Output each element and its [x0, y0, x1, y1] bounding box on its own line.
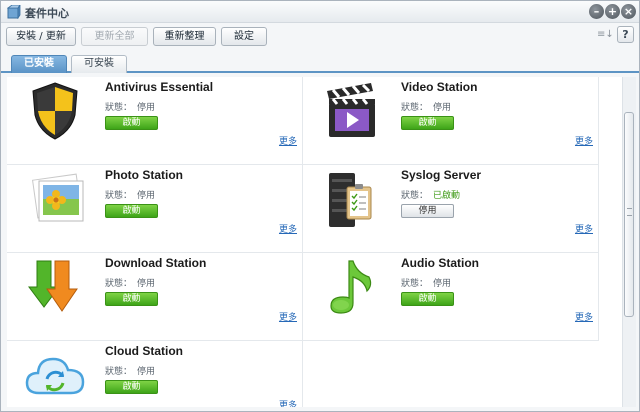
status-label: 狀態：	[401, 191, 429, 201]
status-value: 已啟動	[433, 191, 461, 201]
package-name: Cloud Station	[105, 344, 183, 358]
clapperboard-icon	[327, 83, 375, 137]
package-tile-photo-station: Photo Station 狀態： 停用 啟動 更多	[7, 165, 303, 253]
package-center-icon	[7, 5, 21, 19]
run-button[interactable]: 啟動	[401, 116, 454, 130]
more-link[interactable]: 更多	[279, 134, 297, 147]
status-label: 狀態：	[401, 279, 429, 289]
status-value: 停用	[137, 191, 156, 201]
music-note-icon	[330, 260, 372, 314]
run-button[interactable]: 啟動	[105, 116, 158, 130]
status-value: 停用	[137, 279, 156, 289]
toolbar: 安裝 / 更新 更新全部 重新整理 設定	[1, 23, 639, 49]
package-tile-antivirus: Antivirus Essential 狀態： 停用 啟動 更多	[7, 77, 303, 165]
tab-installed[interactable]: 已安裝	[11, 55, 67, 73]
settings-button[interactable]: 設定	[221, 27, 267, 46]
more-link[interactable]: 更多	[575, 310, 593, 323]
tab-available[interactable]: 可安裝	[71, 55, 127, 73]
status-label: 狀態：	[105, 191, 133, 201]
more-link[interactable]: 更多	[279, 310, 297, 323]
minimize-icon[interactable]: –	[589, 4, 604, 19]
status-value: 停用	[137, 103, 156, 113]
run-button[interactable]: 啟動	[105, 204, 158, 218]
package-tile-video-station: Video Station 狀態： 停用 啟動 更多	[303, 77, 599, 165]
run-button[interactable]: 啟動	[401, 292, 454, 306]
more-link[interactable]: 更多	[279, 398, 297, 407]
title-bar[interactable]: 套件中心 – + ×	[1, 1, 639, 23]
status-value: 停用	[433, 279, 452, 289]
update-all-button[interactable]: 更新全部	[81, 27, 148, 46]
status-value: 停用	[433, 103, 452, 113]
server-clipboard-icon	[329, 173, 372, 227]
cloud-sync-icon	[25, 357, 85, 395]
help-icon[interactable]: ?	[617, 26, 634, 43]
package-name: Video Station	[401, 80, 478, 94]
package-name: Photo Station	[105, 168, 183, 182]
reorganize-button[interactable]: 重新整理	[153, 27, 216, 46]
run-button[interactable]: 啟動	[105, 292, 158, 306]
package-name: Antivirus Essential	[105, 80, 214, 94]
package-name: Download Station	[105, 256, 207, 270]
download-arrows-icon	[28, 260, 78, 312]
photo-icon	[32, 173, 84, 222]
package-center-window: 套件中心 – + × 安裝 / 更新 更新全部 重新整理 設定 ≡↓ ? 已安裝…	[0, 0, 640, 412]
package-tile-cloud-station: Cloud Station 狀態： 停用 啟動 更多	[7, 341, 303, 407]
status-label: 狀態：	[105, 367, 133, 377]
window-title: 套件中心	[25, 7, 69, 20]
scrollbar-thumb[interactable]	[624, 112, 634, 317]
more-link[interactable]: 更多	[575, 134, 593, 147]
sort-icon[interactable]: ≡↓	[597, 28, 614, 42]
status-label: 狀態：	[401, 103, 429, 113]
status-label: 狀態：	[105, 103, 133, 113]
stop-button[interactable]: 停用	[401, 204, 454, 218]
scrollbar-grip-icon	[627, 208, 632, 216]
package-list: Antivirus Essential 狀態： 停用 啟動 更多 Video S…	[7, 77, 622, 407]
status-value: 停用	[137, 367, 156, 377]
shield-icon	[32, 82, 78, 140]
more-link[interactable]: 更多	[279, 222, 297, 235]
more-link[interactable]: 更多	[575, 222, 593, 235]
maximize-icon[interactable]: +	[605, 4, 620, 19]
package-name: Audio Station	[401, 256, 479, 270]
status-label: 狀態：	[105, 279, 133, 289]
package-tile-audio-station: Audio Station 狀態： 停用 啟動 更多	[303, 253, 599, 341]
package-name: Syslog Server	[401, 168, 482, 182]
run-button[interactable]: 啟動	[105, 380, 158, 394]
tab-bar: 已安裝 可安裝	[1, 53, 639, 73]
package-tile-download-station: Download Station 狀態： 停用 啟動 更多	[7, 253, 303, 341]
install-update-button[interactable]: 安裝 / 更新	[6, 27, 76, 46]
package-tile-syslog-server: Syslog Server 狀態： 已啟動 停用 更多	[303, 165, 599, 253]
close-icon[interactable]: ×	[621, 4, 636, 19]
